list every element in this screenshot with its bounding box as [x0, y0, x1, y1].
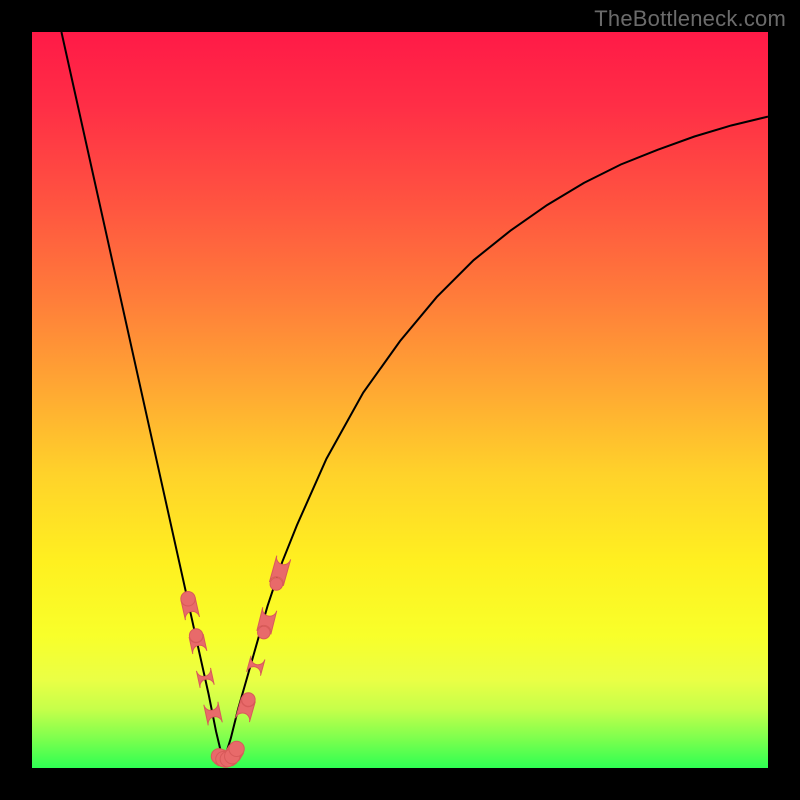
curve-right-branch [223, 117, 768, 762]
marker-dot [229, 741, 244, 756]
curve-left-branch [61, 32, 223, 762]
marker-dot [242, 693, 256, 707]
watermark-text: TheBottleneck.com [594, 6, 786, 32]
marker-dot [181, 592, 195, 606]
plot-area [32, 32, 768, 768]
marker-dot [270, 578, 283, 591]
marker-pill [196, 668, 214, 688]
marker-dot [189, 629, 203, 643]
marker-pill [204, 702, 222, 726]
chart-frame: TheBottleneck.com [0, 0, 800, 800]
chart-svg [32, 32, 768, 768]
marker-dot [258, 626, 271, 639]
